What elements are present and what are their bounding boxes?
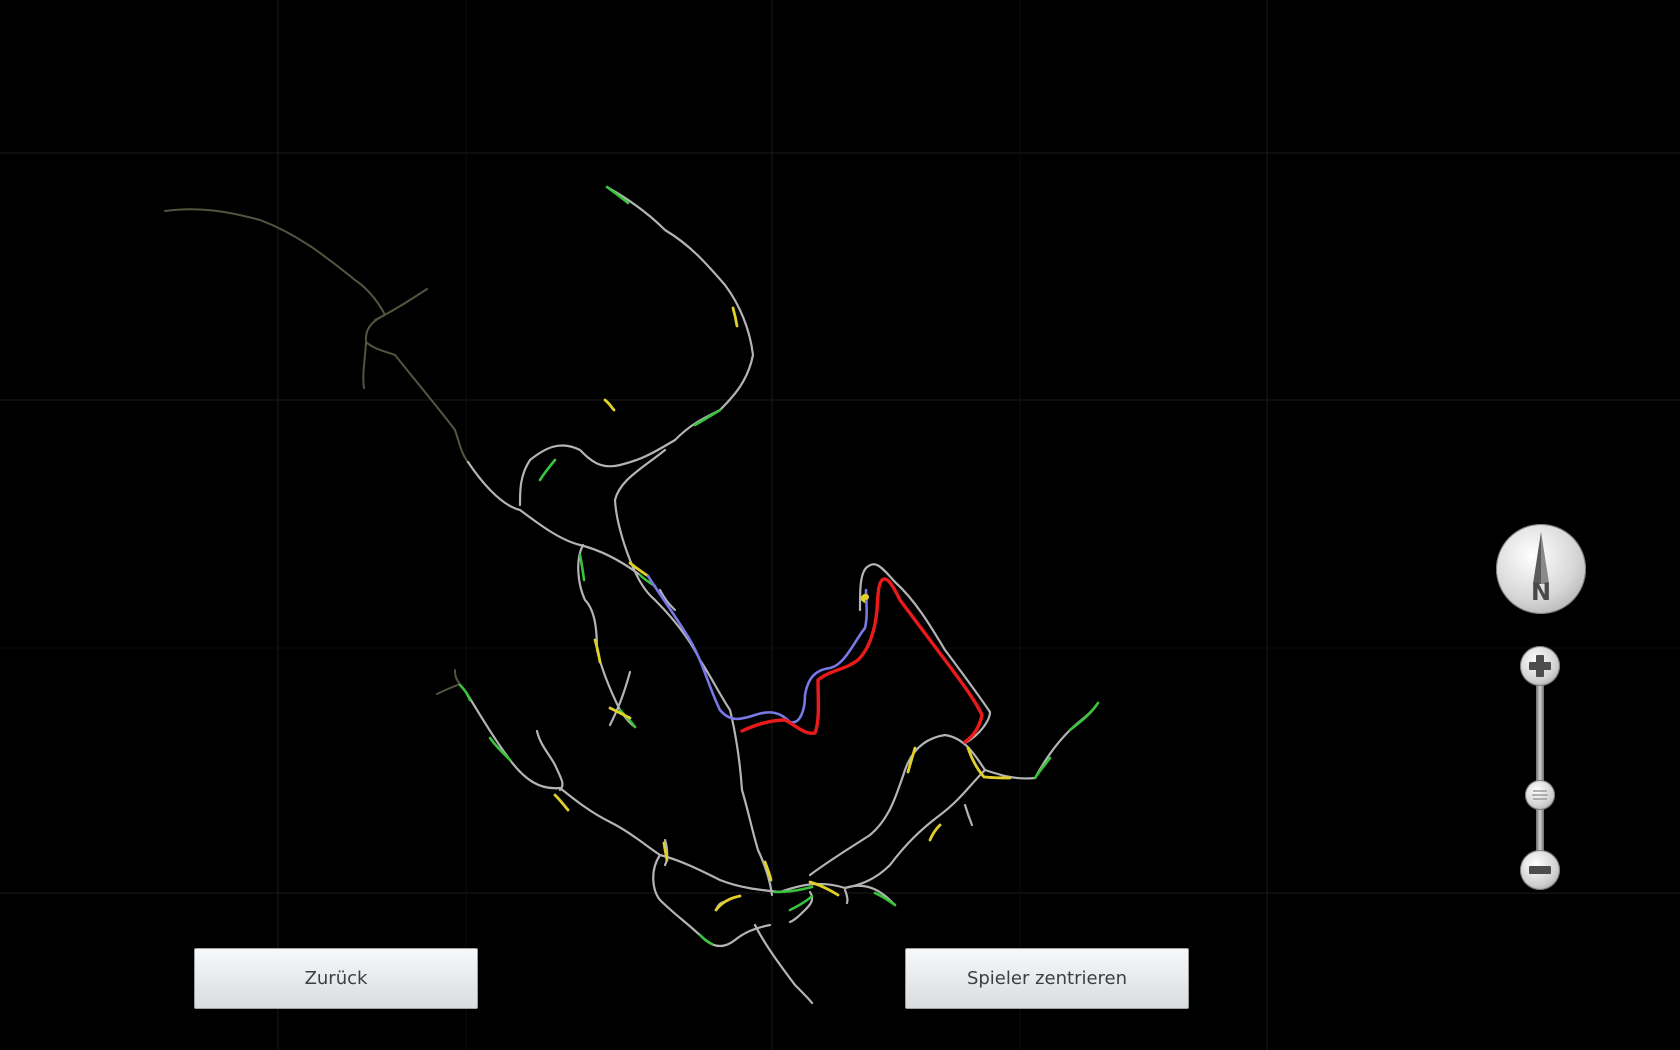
zoom-slider-handle[interactable]: [1525, 779, 1555, 810]
road: [613, 448, 732, 712]
road: [753, 923, 814, 1005]
traffic-slow: [603, 398, 616, 412]
traffic-slow: [983, 775, 1012, 780]
road: [518, 185, 755, 507]
zoom-control: [1518, 646, 1562, 892]
road: [535, 729, 564, 792]
traffic-free: [458, 683, 472, 702]
road: [843, 888, 849, 905]
traffic-free: [605, 185, 630, 205]
minus-icon[interactable]: [1520, 850, 1560, 890]
traffic-free: [488, 736, 512, 762]
map-grid: [0, 0, 1680, 1050]
traffic-free: [618, 708, 637, 729]
road-dark: [436, 669, 461, 695]
road: [963, 803, 974, 827]
road: [577, 543, 637, 729]
plus-icon[interactable]: [1520, 646, 1560, 686]
road: [652, 853, 772, 948]
zoom-slider-track[interactable]: [1536, 682, 1544, 854]
roads: [164, 185, 1100, 1005]
road-dark: [374, 288, 428, 321]
route-planned: [740, 577, 984, 744]
traffic-free: [578, 553, 586, 582]
road-dark: [365, 341, 469, 463]
traffic-free: [1033, 756, 1052, 780]
road: [464, 690, 662, 857]
road: [466, 460, 642, 577]
back-button[interactable]: Zurück: [194, 948, 478, 1009]
traffic-free: [538, 458, 557, 482]
road-dark: [164, 208, 386, 389]
route-driven: [646, 574, 868, 724]
traffic-slow: [966, 746, 986, 779]
compass-north-icon[interactable]: N: [1496, 524, 1586, 614]
center-player-button[interactable]: Spieler zentrieren: [905, 948, 1189, 1009]
compass-north-label: N: [1530, 578, 1552, 606]
road: [843, 768, 987, 890]
traffic-slow: [928, 823, 942, 842]
road-map[interactable]: [0, 0, 1680, 1050]
traffic-slow: [731, 306, 739, 328]
player-marker: [863, 594, 869, 600]
traffic-free: [698, 933, 714, 946]
traffic-slow: [553, 793, 570, 812]
traffic-free: [788, 894, 814, 912]
traffic-free: [693, 408, 722, 427]
map-view[interactable]: N Zurück Spieler zentrieren: [0, 0, 1680, 1050]
